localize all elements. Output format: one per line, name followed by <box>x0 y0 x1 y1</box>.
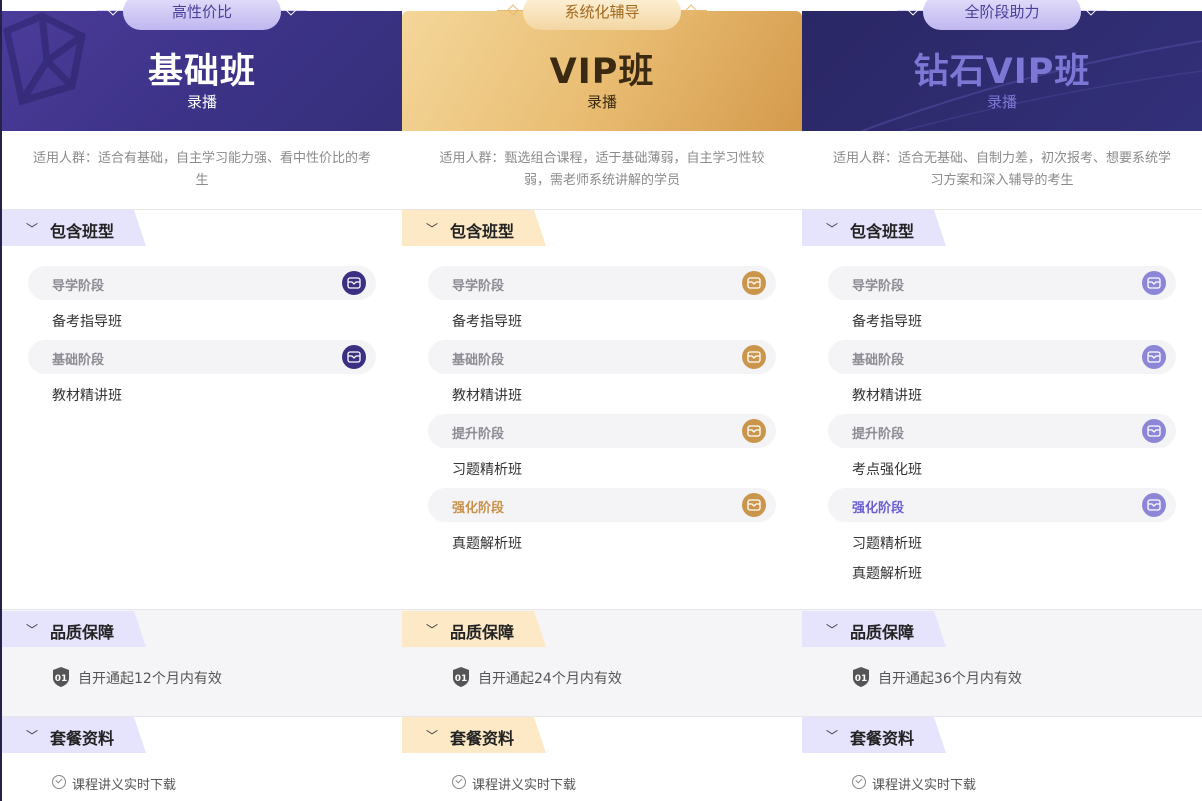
material-item: 课程讲义实时下载 <box>472 778 577 793</box>
course-item: 备考指导班 <box>52 314 122 330</box>
badge-number: 01 <box>855 674 868 684</box>
shield-icon: 01 <box>53 667 69 687</box>
plan-tag: 高性价比 <box>123 0 281 30</box>
check-circle-icon <box>52 775 66 789</box>
stage-row: 导学阶段 <box>428 266 776 300</box>
section-label: 包含班型 <box>50 222 115 241</box>
plan-title: 基础班 <box>147 52 256 92</box>
section-label: 包含班型 <box>450 222 515 241</box>
section-materials[interactable]: ﹀ 套餐资料 <box>2 717 146 753</box>
plan-subtitle: 录播 <box>586 93 617 111</box>
badge-number: 01 <box>455 674 468 684</box>
badge-number: 01 <box>55 674 68 684</box>
book-icon <box>742 493 766 517</box>
stage-label: 导学阶段 <box>52 279 105 294</box>
chevron-down-icon: ﹀ <box>426 729 439 743</box>
book-icon <box>1142 419 1166 443</box>
book-icon <box>1142 493 1166 517</box>
section-include[interactable]: ﹀ 包含班型 <box>802 210 946 246</box>
stage-label: 导学阶段 <box>452 279 505 294</box>
course-item: 习题精析班 <box>852 536 922 552</box>
course-item: 习题精析班 <box>452 462 522 478</box>
course-item: 教材精讲班 <box>452 388 522 404</box>
section-label: 品质保障 <box>850 623 915 642</box>
stage-row: 基础阶段 <box>828 340 1176 374</box>
shield-icon: 01 <box>853 667 869 687</box>
section-quality[interactable]: ﹀ 品质保障 <box>802 611 946 647</box>
quality-text: 自开通起24个月内有效 <box>478 671 622 687</box>
course-item: 真题解析班 <box>852 566 922 582</box>
audience-text: 适用人群：适合无基础、自制力差，初次报考、想要系统学习方案和深入辅导的考生 <box>832 151 1171 188</box>
section-quality[interactable]: ﹀ 品质保障 <box>2 611 146 647</box>
plan-subtitle: 录播 <box>186 93 217 111</box>
stage-label: 提升阶段 <box>852 427 905 442</box>
audience-text: 适用人群：适合有基础，自主学习能力强、看中性价比的考生 <box>32 151 371 188</box>
course-item: 备考指导班 <box>452 314 522 330</box>
chevron-down-icon: ﹀ <box>26 729 39 743</box>
stage-label: 基础阶段 <box>52 353 105 368</box>
book-icon <box>1142 345 1166 369</box>
section-materials[interactable]: ﹀ 套餐资料 <box>802 717 946 753</box>
book-icon <box>342 345 366 369</box>
stage-label: 强化阶段 <box>852 501 905 516</box>
audience-text: 适用人群：甄选组合课程，适于基础薄弱，自主学习性较弱，需老师系统讲解的学员 <box>439 151 765 188</box>
course-item: 真题解析班 <box>452 536 522 552</box>
book-icon <box>742 271 766 295</box>
plan-title: VIP班 <box>549 52 655 92</box>
book-icon <box>342 271 366 295</box>
stage-label: 强化阶段 <box>452 501 505 516</box>
section-label: 品质保障 <box>450 623 515 642</box>
chevron-down-icon: ﹀ <box>26 623 39 637</box>
stage-row: 基础阶段 <box>428 340 776 374</box>
book-icon <box>742 345 766 369</box>
plan-tag: 全阶段助力 <box>923 0 1081 30</box>
plan-subtitle: 录播 <box>986 93 1017 111</box>
stage-row-active: 强化阶段 <box>828 488 1176 522</box>
book-icon <box>742 419 766 443</box>
course-item: 教材精讲班 <box>52 388 122 404</box>
section-label: 品质保障 <box>50 623 115 642</box>
material-item: 课程讲义实时下载 <box>72 778 177 793</box>
chevron-down-icon: ﹀ <box>826 729 839 743</box>
stage-row: 提升阶段 <box>428 414 776 448</box>
chevron-down-icon: ﹀ <box>426 222 439 236</box>
section-label: 套餐资料 <box>50 729 115 748</box>
stage-label: 基础阶段 <box>852 353 905 368</box>
shield-icon: 01 <box>453 667 469 687</box>
material-item: 课程讲义实时下载 <box>872 778 977 793</box>
section-include[interactable]: ﹀ 包含班型 <box>2 210 146 246</box>
stage-label: 提升阶段 <box>452 427 505 442</box>
stage-row: 基础阶段 <box>28 340 376 374</box>
chevron-down-icon: ﹀ <box>826 222 839 236</box>
section-include[interactable]: ﹀ 包含班型 <box>402 210 546 246</box>
chevron-down-icon: ﹀ <box>426 623 439 637</box>
quality-text: 自开通起36个月内有效 <box>878 671 1022 687</box>
section-label: 套餐资料 <box>450 729 515 748</box>
stage-row-active: 强化阶段 <box>428 488 776 522</box>
book-icon <box>1142 271 1166 295</box>
section-label: 包含班型 <box>850 222 915 241</box>
quality-text: 自开通起12个月内有效 <box>78 671 222 687</box>
plan-column-basic: 基础班 录播 高性价比 适用人群：适合有基础，自主学习能力强、看中性价比的考生 … <box>2 0 403 801</box>
plan-tag: 系统化辅导 <box>523 0 681 30</box>
course-item: 考点强化班 <box>852 462 922 478</box>
course-item: 备考指导班 <box>852 314 922 330</box>
plan-comparison: 基础班 录播 高性价比 适用人群：适合有基础，自主学习能力强、看中性价比的考生 … <box>0 0 1202 801</box>
chevron-down-icon: ﹀ <box>26 222 39 236</box>
section-materials[interactable]: ﹀ 套餐资料 <box>402 717 546 753</box>
stage-label: 基础阶段 <box>452 353 505 368</box>
plan-title: 钻石VIP班 <box>913 52 1091 92</box>
stage-row: 提升阶段 <box>828 414 1176 448</box>
stage-label: 导学阶段 <box>852 279 905 294</box>
check-circle-icon <box>452 775 466 789</box>
plan-column-vip: VIP班 录播 系统化辅导 适用人群：甄选组合课程，适于基础薄弱，自主学习性较弱… <box>402 0 803 801</box>
section-label: 套餐资料 <box>850 729 915 748</box>
check-circle-icon <box>852 775 866 789</box>
section-quality[interactable]: ﹀ 品质保障 <box>402 611 546 647</box>
stage-row: 导学阶段 <box>828 266 1176 300</box>
course-item: 教材精讲班 <box>852 388 922 404</box>
stage-row: 导学阶段 <box>28 266 376 300</box>
chevron-down-icon: ﹀ <box>826 623 839 637</box>
plan-column-diamond: 钻石VIP班 录播 全阶段助力 适用人群：适合无基础、自制力差，初次报考、想要系… <box>802 0 1202 801</box>
